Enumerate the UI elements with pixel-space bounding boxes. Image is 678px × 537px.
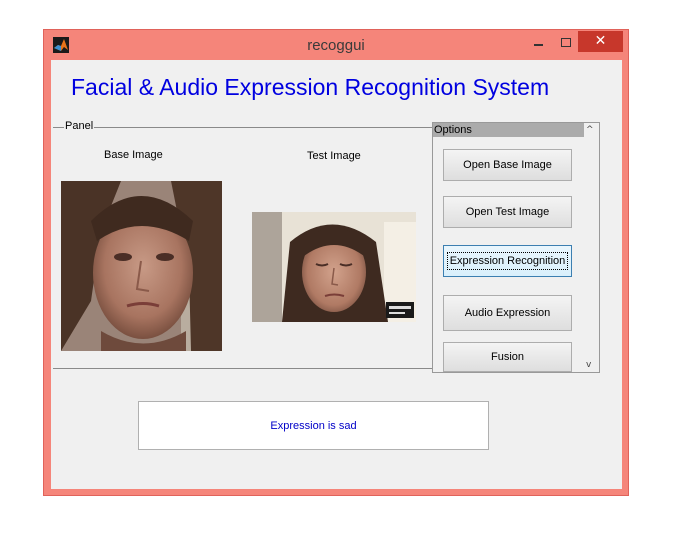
scroll-up-icon[interactable]: ^	[586, 125, 594, 135]
options-label: Options	[433, 123, 585, 137]
audio-expression-button[interactable]: Audio Expression	[443, 295, 572, 331]
minimize-icon[interactable]	[528, 33, 550, 53]
open-base-image-label: Open Base Image	[463, 159, 552, 171]
fusion-button[interactable]: Fusion	[443, 342, 572, 372]
figure-area: Facial & Audio Expression Recognition Sy…	[51, 60, 622, 489]
options-panel: Options ^ v Open Base Image Open Test Im…	[432, 122, 600, 373]
panel-bottom-border	[53, 368, 434, 369]
panel-top-border	[53, 127, 434, 128]
expression-recognition-button[interactable]: Expression Recognition	[443, 245, 572, 277]
audio-expression-label: Audio Expression	[464, 307, 551, 319]
title-bar[interactable]: recoggui ✕	[44, 30, 628, 60]
app-window: recoggui ✕ Facial & Audio Expression Rec…	[43, 29, 629, 496]
base-image-caption: Base Image	[104, 149, 163, 161]
open-base-image-button[interactable]: Open Base Image	[443, 149, 572, 181]
expression-recognition-label: Expression Recognition	[446, 252, 569, 270]
open-test-image-button[interactable]: Open Test Image	[443, 196, 572, 228]
options-scrollbar[interactable]: ^ v	[584, 123, 599, 372]
close-icon[interactable]: ✕	[578, 31, 623, 52]
base-image	[61, 181, 222, 351]
test-image-caption: Test Image	[307, 150, 361, 162]
result-text: Expression is sad	[270, 419, 357, 432]
panel-label: Panel	[64, 120, 95, 132]
maximize-icon[interactable]	[556, 33, 578, 53]
open-test-image-label: Open Test Image	[465, 206, 550, 218]
test-image	[252, 212, 416, 322]
app-title: Facial & Audio Expression Recognition Sy…	[71, 74, 550, 100]
scroll-down-icon[interactable]: v	[586, 360, 591, 370]
fusion-label: Fusion	[490, 351, 525, 363]
result-text-box: Expression is sad	[138, 401, 489, 450]
